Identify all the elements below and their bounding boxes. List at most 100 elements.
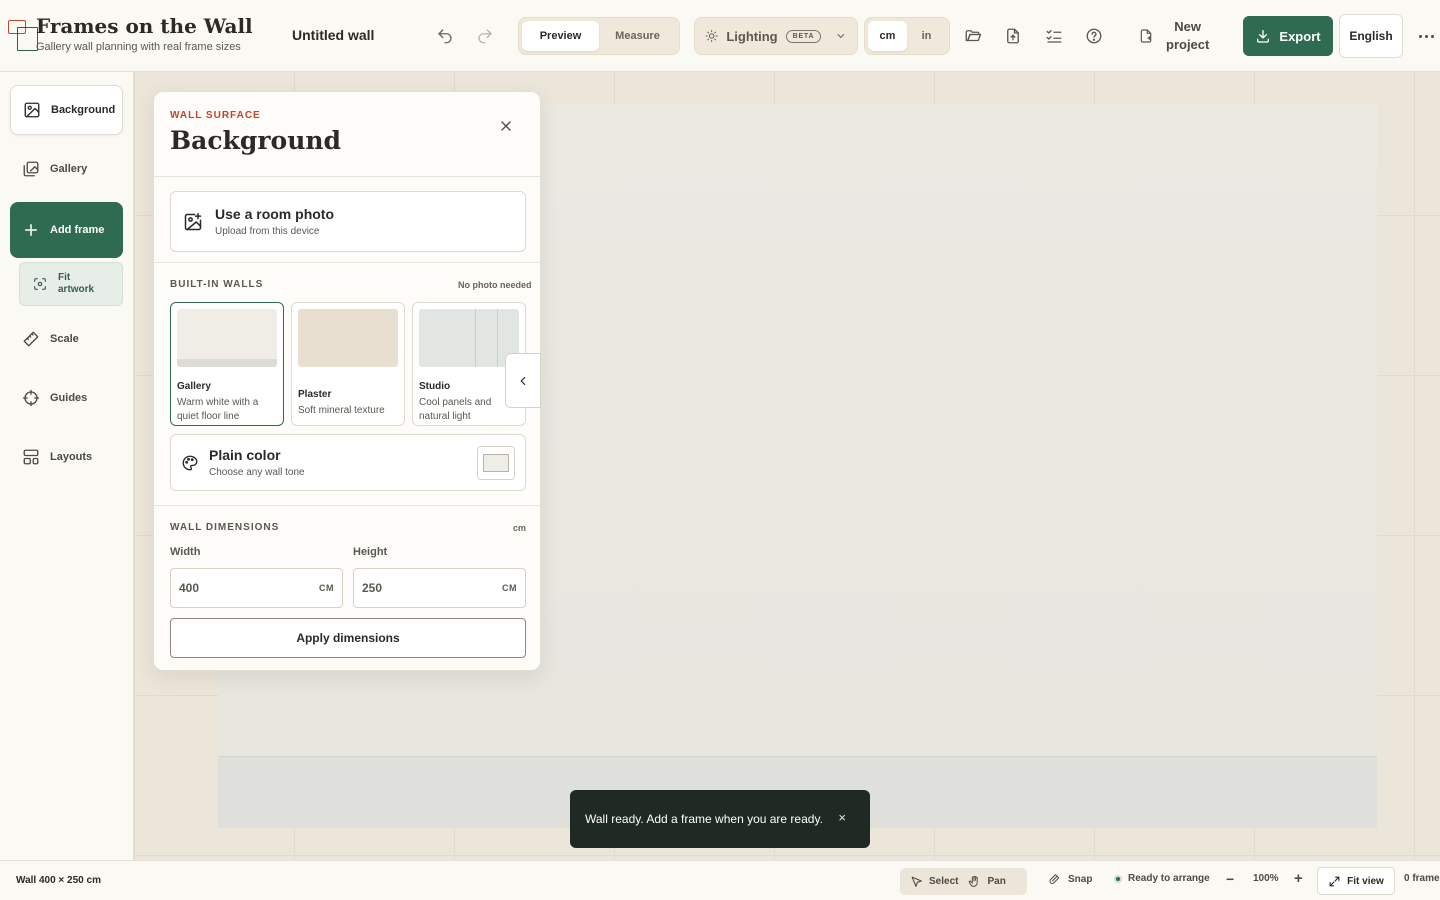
fit-artwork-label: Fit artwork: [58, 272, 95, 295]
redo-button[interactable]: [470, 21, 500, 51]
top-bar: Frames on the Wall Gallery wall planning…: [0, 0, 1440, 72]
status-indicator: Ready to arrange: [1114, 873, 1210, 884]
preview-mode-button[interactable]: Preview: [522, 21, 599, 51]
wall-option-name: Gallery: [177, 381, 211, 392]
beta-badge: BETA: [785, 29, 822, 43]
close-button[interactable]: [494, 114, 518, 138]
image-icon: [24, 102, 40, 118]
snap-toggle[interactable]: Snap: [1049, 873, 1092, 886]
layout-icon: [23, 449, 39, 465]
wall-dimensions-label: WALL DIMENSIONS: [170, 522, 280, 533]
pan-tool-button[interactable]: Pan: [968, 875, 1015, 888]
sidebar-item-gallery[interactable]: Gallery: [10, 144, 123, 194]
export-label: Export: [1279, 28, 1321, 44]
close-icon: [501, 121, 511, 131]
sidebar-item-scale[interactable]: Scale: [10, 314, 123, 364]
sidebar-item-background[interactable]: Background: [10, 85, 123, 135]
plain-color-desc: Choose any wall tone: [209, 467, 305, 478]
divider: [154, 176, 540, 177]
expand-icon: [1329, 876, 1340, 886]
new-project-button[interactable]: New project: [1138, 18, 1228, 54]
image-plus-icon: [184, 212, 202, 230]
builtin-walls-note: No photo needed: [458, 280, 532, 290]
width-input[interactable]: [179, 581, 279, 595]
panel-eyebrow: WALL SURFACE: [170, 110, 261, 121]
height-unit: CM: [502, 583, 517, 593]
wall-option-plaster[interactable]: Plaster Soft mineral texture: [291, 302, 405, 426]
height-field[interactable]: CM: [353, 568, 526, 608]
wall-option-gallery[interactable]: Gallery Warm white with a quiet floor li…: [170, 302, 284, 426]
width-unit: CM: [319, 583, 334, 593]
view-mode-toggle: Preview Measure: [518, 17, 680, 55]
zoom-in-button[interactable]: +: [1294, 870, 1303, 887]
more-icon[interactable]: [1414, 26, 1438, 46]
plain-color-option[interactable]: Plain color Choose any wall tone: [170, 434, 526, 491]
download-icon: [1257, 30, 1270, 43]
select-tool-button[interactable]: Select: [900, 875, 968, 888]
unit-cm-button[interactable]: cm: [868, 21, 907, 51]
app-subtitle: Gallery wall planning with real frame si…: [36, 41, 241, 53]
status-bar: Wall 400 × 250 cm Select Pan Snap Ready …: [0, 860, 1440, 900]
sidebar: Background Gallery Add frame Fit artwork…: [0, 72, 134, 860]
export-button[interactable]: Export: [1243, 16, 1333, 56]
hand-icon: [969, 875, 979, 887]
height-label: Height: [353, 546, 388, 558]
fit-view-button[interactable]: Fit view: [1317, 867, 1395, 895]
open-project-button[interactable]: [958, 21, 988, 51]
sidebar-item-label: Scale: [50, 333, 79, 345]
crosshair-icon: [22, 389, 40, 407]
collapse-panel-button[interactable]: [505, 353, 541, 408]
apply-dimensions-button[interactable]: Apply dimensions: [170, 618, 526, 658]
new-document-icon: [1140, 29, 1152, 43]
zoom-out-button[interactable]: −: [1226, 871, 1234, 887]
document-title[interactable]: Untitled wall: [292, 27, 374, 43]
gallery-icon: [23, 161, 39, 177]
wall-option-desc: Warm white with a quiet floor line: [177, 397, 259, 422]
wall-thumbnail: [298, 309, 398, 367]
folder-open-icon: [965, 30, 982, 42]
photo-card-title: Use a room photo: [215, 206, 335, 222]
app-title: Frames on the Wall: [36, 14, 253, 38]
measure-mode-button[interactable]: Measure: [599, 21, 676, 51]
dimensions-unit: cm: [513, 523, 527, 533]
plus-icon: [25, 224, 37, 236]
new-project-label: New project: [1166, 19, 1210, 52]
palette-icon: [182, 455, 198, 470]
color-swatch-button[interactable]: [477, 446, 515, 480]
checklist-button[interactable]: [1039, 21, 1069, 51]
unit-in-button[interactable]: in: [907, 21, 946, 51]
sidebar-item-label: Background: [51, 104, 116, 116]
language-button[interactable]: English: [1339, 14, 1403, 58]
checklist-icon: [1046, 30, 1062, 43]
width-field[interactable]: CM: [170, 568, 343, 608]
use-room-photo-button[interactable]: Use a room photo Upload from this device: [170, 191, 526, 252]
toast-close-button[interactable]: ×: [838, 810, 846, 825]
sidebar-item-label: Gallery: [50, 163, 88, 175]
add-frame-button[interactable]: Add frame: [10, 202, 123, 258]
height-input[interactable]: [362, 581, 462, 595]
cursor-icon: [911, 876, 922, 887]
help-button[interactable]: [1079, 21, 1109, 51]
sidebar-item-layouts[interactable]: Layouts: [10, 432, 123, 482]
fit-artwork-button[interactable]: Fit artwork: [19, 262, 123, 306]
lighting-label: Lighting: [726, 28, 778, 44]
background-panel: WALL SURFACE Background Use a room photo…: [153, 91, 541, 671]
panel-title: Background: [170, 126, 342, 155]
sidebar-item-guides[interactable]: Guides: [10, 373, 123, 423]
help-icon: [1086, 28, 1102, 44]
divider: [154, 505, 540, 506]
builtin-walls-label: BUILT-IN WALLS: [170, 279, 264, 290]
zoom-level: 100%: [1253, 873, 1279, 884]
width-label: Width: [170, 546, 201, 558]
chevron-left-icon: [520, 376, 526, 385]
scan-icon: [34, 278, 46, 290]
lighting-dropdown[interactable]: Lighting BETA: [694, 17, 858, 55]
undo-button[interactable]: [430, 21, 460, 51]
color-swatch: [483, 454, 509, 472]
import-button[interactable]: [998, 21, 1028, 51]
redo-icon: [478, 29, 492, 44]
file-upload-icon: [1007, 28, 1019, 44]
wall-option-desc: Cool panels and natural light: [419, 397, 492, 422]
magnet-icon: [1049, 874, 1060, 884]
logo-icon: [6, 18, 40, 52]
